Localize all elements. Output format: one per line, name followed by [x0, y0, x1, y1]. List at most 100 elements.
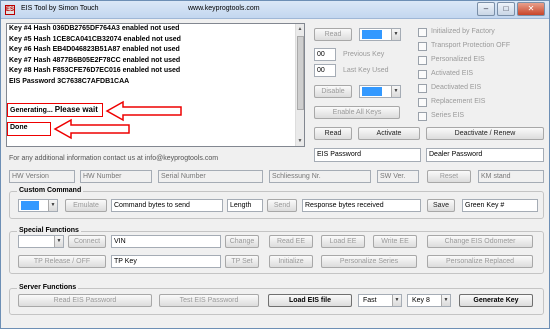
dealer-password-field[interactable]: Dealer Password	[426, 148, 544, 162]
speed-select-value: Fast	[363, 297, 377, 304]
arrow-done-icon	[53, 118, 130, 140]
log-line: Key #4 Hash 036DB2765DF764A3 enabled not…	[9, 25, 180, 32]
status-checkbox[interactable]	[418, 42, 427, 51]
generate-key-button[interactable]: Generate Key	[459, 294, 533, 307]
tp-key-field[interactable]: TP Key	[111, 255, 221, 268]
sw-version-field: SW Ver.	[377, 170, 419, 183]
status-label: Series EIS	[431, 112, 465, 119]
test-eis-password-button[interactable]: Test EIS Password	[159, 294, 259, 307]
status-checkbox[interactable]	[418, 84, 427, 93]
status-label: Personalized EIS	[431, 56, 485, 63]
generating-highlight: Generating... Please wait	[7, 103, 103, 117]
title-bar: ES EIS Tool by Simon Touch www.keyprogto…	[1, 1, 549, 19]
last-key-label: Last Key Used	[343, 67, 389, 74]
read-ee-button[interactable]: Read EE	[269, 235, 313, 248]
chevron-down-icon[interactable]: ▼	[392, 295, 401, 306]
previous-key-field[interactable]: 00	[314, 48, 336, 61]
personalize-replaced-button[interactable]: Personalize Replaced	[427, 255, 533, 268]
status-checkbox[interactable]	[418, 28, 427, 37]
maximize-icon[interactable]: □	[497, 2, 515, 16]
log-scrollbar[interactable]: ▲ ▼	[295, 24, 304, 146]
change-odometer-button[interactable]: Change EIS Odometer	[427, 235, 533, 248]
disable-key-select[interactable]: ▼	[359, 85, 401, 98]
scroll-down-icon[interactable]: ▼	[296, 136, 304, 146]
custom-command-title: Custom Command	[17, 187, 84, 194]
key-number-select[interactable]: Key 8 ▼	[407, 294, 451, 307]
log-line: Key #8 Hash F853CFE76D7EC016 enabled not…	[9, 67, 181, 74]
chevron-down-icon[interactable]: ▼	[48, 200, 57, 211]
reset-button[interactable]: Reset	[427, 170, 471, 183]
km-stand-field: KM stand	[478, 170, 544, 183]
serial-number-field: Serial Number	[158, 170, 263, 183]
key-select-value	[362, 30, 382, 39]
eis-password-field[interactable]: EIS Password	[314, 148, 421, 162]
command-port-select[interactable]: ▼	[18, 199, 58, 212]
chevron-down-icon[interactable]: ▼	[441, 295, 450, 306]
disable-button[interactable]: Disable	[314, 85, 352, 98]
personalize-series-button[interactable]: Personalize Series	[321, 255, 417, 268]
response-bytes-field[interactable]: Response bytes received	[302, 199, 421, 212]
schliessung-field: Schliessung Nr.	[269, 170, 371, 183]
read-eis-password-button[interactable]: Read EIS Password	[18, 294, 152, 307]
close-icon[interactable]: ✕	[517, 2, 545, 16]
status-checkbox[interactable]	[418, 70, 427, 79]
last-key-field[interactable]: 00	[314, 64, 336, 77]
hw-number-field: HW Number	[80, 170, 152, 183]
log-line: Key #6 Hash EB4D046823B51A87 enabled not…	[9, 46, 180, 53]
scroll-up-icon[interactable]: ▲	[296, 24, 304, 34]
connect-button[interactable]: Connect	[68, 235, 106, 248]
read-password-button[interactable]: Read	[314, 127, 352, 140]
activate-button[interactable]: Activate	[358, 127, 420, 140]
generating-suffix: Please wait	[54, 105, 98, 114]
status-checkbox[interactable]	[418, 112, 427, 121]
status-label: Deactivated EIS	[431, 84, 482, 91]
load-eis-file-button[interactable]: Load EIS file	[268, 294, 352, 307]
server-functions-title: Server Functions	[17, 284, 79, 291]
status-checkbox[interactable]	[418, 56, 427, 65]
enable-all-keys-button[interactable]: Enable All Keys	[314, 106, 400, 119]
chevron-down-icon[interactable]: ▼	[391, 29, 400, 40]
length-input[interactable]: Length	[227, 199, 263, 212]
app-window: ES EIS Tool by Simon Touch www.keyprogto…	[0, 0, 550, 329]
initialize-button[interactable]: Initialize	[269, 255, 313, 268]
done-highlight: Done	[7, 122, 51, 136]
status-label: Activated EIS	[431, 70, 474, 77]
previous-key-label: Previous Key	[343, 51, 385, 58]
status-checkbox[interactable]	[418, 98, 427, 107]
tp-release-button[interactable]: TP Release / OFF	[18, 255, 106, 268]
special-functions-title: Special Functions	[17, 227, 81, 234]
deactivate-renew-button[interactable]: Deactivate / Renew	[426, 127, 544, 140]
status-label: Initialized by Factory	[431, 28, 495, 35]
app-icon: ES	[5, 5, 15, 15]
speed-select[interactable]: Fast ▼	[358, 294, 402, 307]
key-number-select-value: Key 8	[412, 297, 430, 304]
window-title: EIS Tool by Simon Touch	[21, 5, 99, 12]
done-text: Done	[10, 124, 28, 131]
chevron-down-icon[interactable]: ▼	[54, 236, 63, 247]
hw-version-field: HW Version	[9, 170, 75, 183]
emulate-button[interactable]: Emulate	[65, 199, 107, 212]
key-select[interactable]: ▼	[359, 28, 401, 41]
tp-set-button[interactable]: TP Set	[225, 255, 259, 268]
generating-prefix: Generating...	[10, 107, 53, 114]
command-bytes-input[interactable]: Command bytes to send	[111, 199, 223, 212]
log-line: EIS Password 3C7638C7AFDB1CAA	[9, 77, 130, 85]
port-select-value	[21, 201, 39, 210]
contact-info: For any additional information contact u…	[9, 155, 219, 162]
status-label: Replacement EIS	[431, 98, 486, 105]
save-button[interactable]: Save	[427, 199, 455, 212]
window-url: www.keyprogtools.com	[188, 5, 260, 12]
vin-field[interactable]: VIN	[111, 235, 221, 248]
minimize-icon[interactable]: –	[477, 2, 495, 16]
special-port-select[interactable]: ▼	[18, 235, 64, 248]
chevron-down-icon[interactable]: ▼	[391, 86, 400, 97]
status-label: Transport Protection OFF	[431, 42, 511, 49]
change-vin-button[interactable]: Change	[225, 235, 259, 248]
send-button[interactable]: Send	[267, 199, 297, 212]
load-ee-button[interactable]: Load EE	[321, 235, 365, 248]
green-key-field[interactable]: Green Key #	[462, 199, 538, 212]
scroll-thumb[interactable]	[297, 36, 304, 110]
read-button[interactable]: Read	[314, 28, 352, 41]
disable-key-select-value	[362, 87, 382, 96]
write-ee-button[interactable]: Write EE	[373, 235, 417, 248]
